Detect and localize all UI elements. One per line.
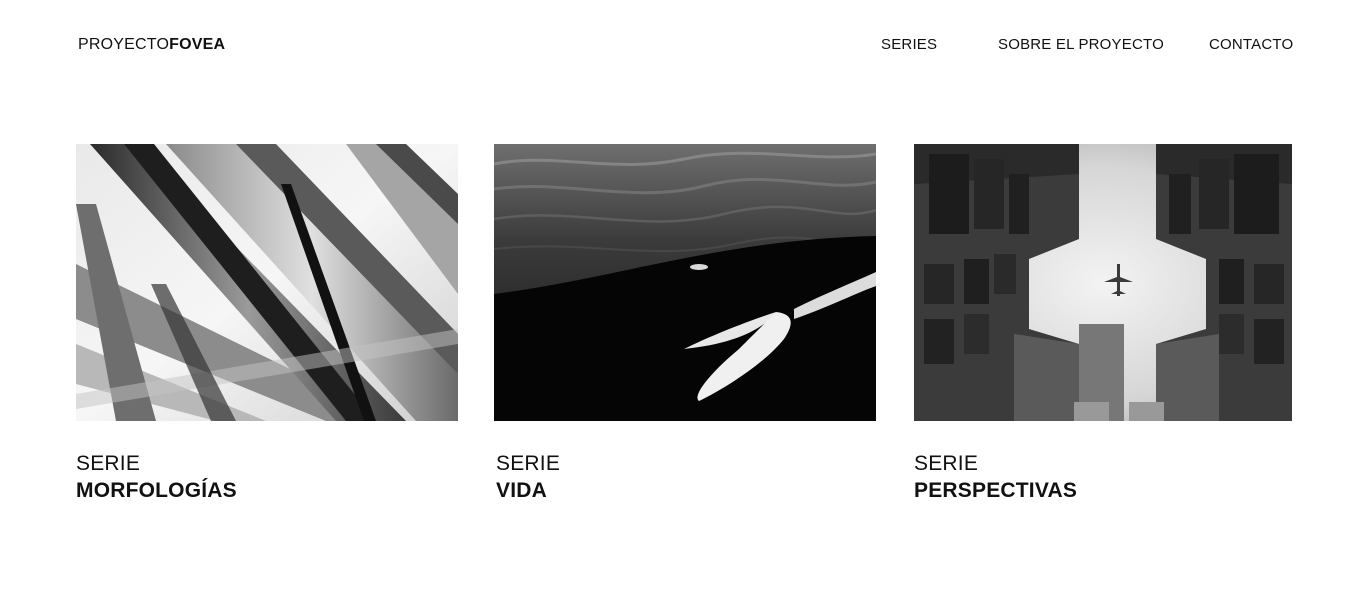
orca-image [494, 144, 876, 421]
perspectives-image [914, 144, 1292, 421]
airplane-between-buildings-photo[interactable] [914, 144, 1292, 421]
site-logo[interactable]: PROYECTOFOVEA [78, 35, 225, 55]
series-kicker: SERIE [76, 452, 141, 475]
series-caption: SERIE PERSPECTIVAS [914, 450, 1292, 504]
series-caption: SERIE MORFOLOGÍAS [76, 450, 458, 504]
logo-text-light: PROYECTO [78, 36, 170, 53]
series-title[interactable]: VIDA [496, 477, 876, 504]
grass-blades-image [76, 144, 458, 421]
logo-text-bold: FOVEA [169, 36, 226, 53]
grass-blades-photo[interactable] [76, 144, 458, 421]
nav-series-link[interactable]: SERIES [881, 35, 937, 55]
orca-in-water-photo[interactable] [494, 144, 876, 421]
series-title[interactable]: MORFOLOGÍAS [76, 477, 458, 504]
series-card-perspectivas[interactable]: SERIE PERSPECTIVAS [914, 144, 1292, 504]
nav-about-link[interactable]: SOBRE EL PROYECTO [998, 35, 1164, 55]
nav-contact-link[interactable]: CONTACTO [1209, 35, 1293, 55]
series-kicker: SERIE [914, 452, 979, 475]
series-card-vida[interactable]: SERIE VIDA [494, 144, 876, 504]
page: PROYECTOFOVEA SERIES SOBRE EL PROYECTO C… [0, 0, 1366, 600]
series-kicker: SERIE [496, 452, 561, 475]
series-card-morfologias[interactable]: SERIE MORFOLOGÍAS [76, 144, 458, 504]
series-title[interactable]: PERSPECTIVAS [914, 477, 1292, 504]
series-caption: SERIE VIDA [494, 450, 876, 504]
